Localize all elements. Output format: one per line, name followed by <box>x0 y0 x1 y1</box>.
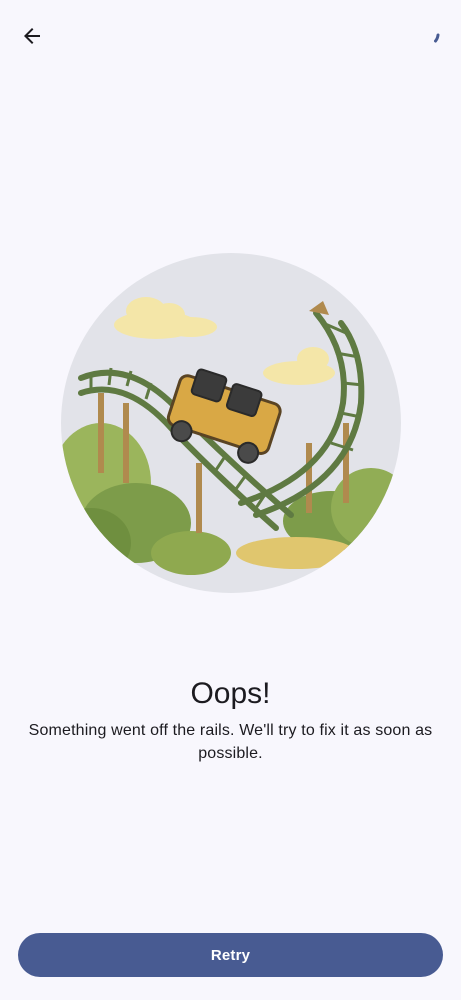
retry-button-label: Retry <box>210 946 251 964</box>
error-message: Something went off the rails. We'll try … <box>28 722 433 762</box>
loading-spinner-icon <box>434 33 440 43</box>
back-button[interactable] <box>12 16 52 56</box>
derailed-roller-coaster-illustration <box>61 253 401 593</box>
retry-button[interactable]: Retry <box>18 933 443 977</box>
error-screen: Oops! Something went off the rails. We'l… <box>0 0 461 1000</box>
error-title: Oops! <box>190 677 271 710</box>
arrow-left-icon <box>24 28 40 44</box>
